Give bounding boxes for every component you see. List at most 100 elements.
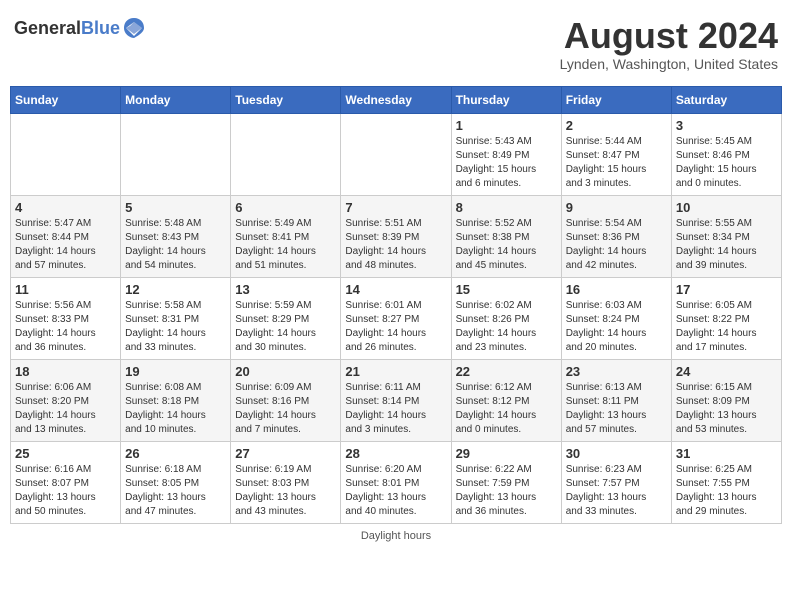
day-info: Sunrise: 5:56 AM Sunset: 8:33 PM Dayligh… (15, 299, 116, 355)
day-number: 17 (676, 282, 777, 297)
day-number: 20 (235, 364, 336, 379)
logo-general: General (14, 18, 81, 38)
day-info: Sunrise: 6:05 AM Sunset: 8:22 PM Dayligh… (676, 299, 777, 355)
day-number: 31 (676, 446, 777, 461)
day-info: Sunrise: 6:11 AM Sunset: 8:14 PM Dayligh… (345, 381, 446, 437)
day-number: 3 (676, 118, 777, 133)
calendar-cell: 16 Sunrise: 6:03 AM Sunset: 8:24 PM Dayli… (561, 277, 671, 359)
week-row-2: 4 Sunrise: 5:47 AM Sunset: 8:44 PM Daylig… (11, 195, 782, 277)
day-number: 16 (566, 282, 667, 297)
day-number: 7 (345, 200, 446, 215)
calendar-cell: 21 Sunrise: 6:11 AM Sunset: 8:14 PM Dayli… (341, 359, 451, 441)
day-of-week-friday: Friday (561, 86, 671, 113)
location-title: Lynden, Washington, United States (560, 56, 778, 72)
day-number: 14 (345, 282, 446, 297)
day-number: 2 (566, 118, 667, 133)
day-info: Sunrise: 5:47 AM Sunset: 8:44 PM Dayligh… (15, 217, 116, 273)
calendar-cell: 18 Sunrise: 6:06 AM Sunset: 8:20 PM Dayli… (11, 359, 121, 441)
day-number: 18 (15, 364, 116, 379)
calendar-cell: 31 Sunrise: 6:25 AM Sunset: 7:55 PM Dayli… (671, 441, 781, 523)
calendar-cell: 22 Sunrise: 6:12 AM Sunset: 8:12 PM Dayli… (451, 359, 561, 441)
week-row-4: 18 Sunrise: 6:06 AM Sunset: 8:20 PM Dayli… (11, 359, 782, 441)
calendar-cell: 25 Sunrise: 6:16 AM Sunset: 8:07 PM Dayli… (11, 441, 121, 523)
calendar-cell: 26Sunrise: 6:18 AM Sunset: 8:05 PM Dayli… (121, 441, 231, 523)
day-info: Sunrise: 6:09 AM Sunset: 8:16 PM Dayligh… (235, 381, 336, 437)
week-row-1: 1 Sunrise: 5:43 AM Sunset: 8:49 PM Daylig… (11, 113, 782, 195)
logo-icon (122, 16, 146, 40)
calendar-cell: 24 Sunrise: 6:15 AM Sunset: 8:09 PM Dayli… (671, 359, 781, 441)
day-of-week-wednesday: Wednesday (341, 86, 451, 113)
footer-note: Daylight hours (10, 530, 782, 542)
day-number: 10 (676, 200, 777, 215)
day-info: Sunrise: 5:54 AM Sunset: 8:36 PM Dayligh… (566, 217, 667, 273)
day-number: 12 (125, 282, 226, 297)
calendar-cell: 9 Sunrise: 5:54 AM Sunset: 8:36 PM Daylig… (561, 195, 671, 277)
day-info: Sunrise: 6:22 AM Sunset: 7:59 PM Dayligh… (456, 463, 557, 519)
title-area: August 2024 Lynden, Washington, United S… (560, 16, 778, 72)
day-info: Sunrise: 6:15 AM Sunset: 8:09 PM Dayligh… (676, 381, 777, 437)
day-info: Sunrise: 6:25 AM Sunset: 7:55 PM Dayligh… (676, 463, 777, 519)
calendar-cell (341, 113, 451, 195)
day-number: 4 (15, 200, 116, 215)
day-of-week-saturday: Saturday (671, 86, 781, 113)
calendar-cell: 20 Sunrise: 6:09 AM Sunset: 8:16 PM Dayli… (231, 359, 341, 441)
day-info: Sunrise: 5:44 AM Sunset: 8:47 PM Dayligh… (566, 135, 667, 191)
calendar-cell: 27Sunrise: 6:19 AM Sunset: 8:03 PM Dayli… (231, 441, 341, 523)
day-number: 26 (125, 446, 226, 461)
calendar-cell: 2 Sunrise: 5:44 AM Sunset: 8:47 PM Daylig… (561, 113, 671, 195)
day-number: 22 (456, 364, 557, 379)
day-number: 29 (456, 446, 557, 461)
day-info: Sunrise: 6:06 AM Sunset: 8:20 PM Dayligh… (15, 381, 116, 437)
day-number: 8 (456, 200, 557, 215)
day-number: 15 (456, 282, 557, 297)
day-of-week-thursday: Thursday (451, 86, 561, 113)
day-number: 11 (15, 282, 116, 297)
day-info: Sunrise: 5:58 AM Sunset: 8:31 PM Dayligh… (125, 299, 226, 355)
calendar-cell: 3 Sunrise: 5:45 AM Sunset: 8:46 PM Daylig… (671, 113, 781, 195)
day-info: Sunrise: 6:20 AM Sunset: 8:01 PM Dayligh… (345, 463, 446, 519)
logo-blue: Blue (81, 18, 120, 38)
day-info: Sunrise: 5:59 AM Sunset: 8:29 PM Dayligh… (235, 299, 336, 355)
day-info: Sunrise: 5:52 AM Sunset: 8:38 PM Dayligh… (456, 217, 557, 273)
day-number: 19 (125, 364, 226, 379)
day-info: Sunrise: 5:43 AM Sunset: 8:49 PM Dayligh… (456, 135, 557, 191)
calendar-cell: 5 Sunrise: 5:48 AM Sunset: 8:43 PM Daylig… (121, 195, 231, 277)
calendar-cell: 7 Sunrise: 5:51 AM Sunset: 8:39 PM Daylig… (341, 195, 451, 277)
header: GeneralBlue August 2024 Lynden, Washingt… (10, 10, 782, 78)
day-number: 25 (15, 446, 116, 461)
day-number: 6 (235, 200, 336, 215)
day-info: Sunrise: 5:48 AM Sunset: 8:43 PM Dayligh… (125, 217, 226, 273)
day-number: 13 (235, 282, 336, 297)
day-info: Sunrise: 6:16 AM Sunset: 8:07 PM Dayligh… (15, 463, 116, 519)
day-info: Sunrise: 6:03 AM Sunset: 8:24 PM Dayligh… (566, 299, 667, 355)
day-info: Sunrise: 5:45 AM Sunset: 8:46 PM Dayligh… (676, 135, 777, 191)
day-number: 5 (125, 200, 226, 215)
day-info: Sunrise: 6:12 AM Sunset: 8:12 PM Dayligh… (456, 381, 557, 437)
day-number: 9 (566, 200, 667, 215)
calendar-cell: 29 Sunrise: 6:22 AM Sunset: 7:59 PM Dayli… (451, 441, 561, 523)
day-number: 23 (566, 364, 667, 379)
day-info: Sunrise: 6:23 AM Sunset: 7:57 PM Dayligh… (566, 463, 667, 519)
day-info: Sunrise: 6:01 AM Sunset: 8:27 PM Dayligh… (345, 299, 446, 355)
calendar-cell (121, 113, 231, 195)
calendar-cell: 11 Sunrise: 5:56 AM Sunset: 8:33 PM Dayli… (11, 277, 121, 359)
day-number: 1 (456, 118, 557, 133)
month-title: August 2024 (560, 16, 778, 56)
logo: GeneralBlue (14, 16, 146, 40)
day-of-week-sunday: Sunday (11, 86, 121, 113)
calendar-cell: 17 Sunrise: 6:05 AM Sunset: 8:22 PM Dayli… (671, 277, 781, 359)
day-number: 24 (676, 364, 777, 379)
calendar-cell: 4 Sunrise: 5:47 AM Sunset: 8:44 PM Daylig… (11, 195, 121, 277)
calendar-cell: 19Sunrise: 6:08 AM Sunset: 8:18 PM Dayli… (121, 359, 231, 441)
calendar-cell: 30Sunrise: 6:23 AM Sunset: 7:57 PM Dayli… (561, 441, 671, 523)
calendar-cell: 14 Sunrise: 6:01 AM Sunset: 8:27 PM Dayli… (341, 277, 451, 359)
day-number: 21 (345, 364, 446, 379)
calendar-cell: 10Sunrise: 5:55 AM Sunset: 8:34 PM Dayli… (671, 195, 781, 277)
calendar-cell: 6Sunrise: 5:49 AM Sunset: 8:41 PM Daylig… (231, 195, 341, 277)
calendar-cell: 13 Sunrise: 5:59 AM Sunset: 8:29 PM Dayli… (231, 277, 341, 359)
day-info: Sunrise: 5:51 AM Sunset: 8:39 PM Dayligh… (345, 217, 446, 273)
days-of-week-row: SundayMondayTuesdayWednesdayThursdayFrid… (11, 86, 782, 113)
calendar-cell: 15Sunrise: 6:02 AM Sunset: 8:26 PM Dayli… (451, 277, 561, 359)
week-row-3: 11 Sunrise: 5:56 AM Sunset: 8:33 PM Dayli… (11, 277, 782, 359)
calendar-cell: 23Sunrise: 6:13 AM Sunset: 8:11 PM Dayli… (561, 359, 671, 441)
